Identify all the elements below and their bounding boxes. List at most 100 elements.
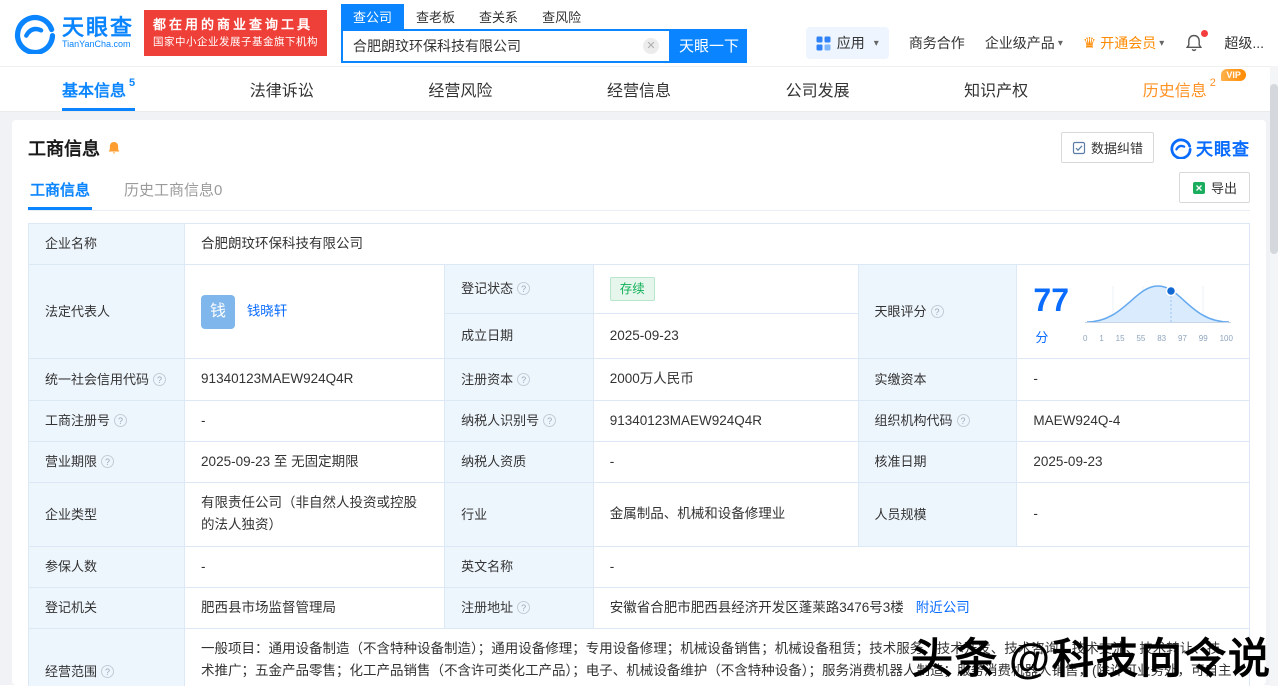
score-chart-group: 0 1 15 55 83 97 99 100: [1083, 278, 1233, 345]
reg-address-label: 注册地址?: [444, 586, 594, 630]
info-icon[interactable]: ?: [517, 282, 531, 296]
nav-open-vip[interactable]: ♛ 开通会员 ▾: [1083, 33, 1164, 53]
table-row: 营业期限? 2025-09-23 至 无固定期限 纳税人资质 - 核准日期 20…: [27, 440, 1250, 484]
top-right-nav: 应用 ▾ 商务合作 企业级产品 ▾ ♛ 开通会员 ▾ 超级...: [805, 27, 1264, 59]
page-background: 工商信息 数据纠错 天眼查 工商信息 历史工商信息0 导出 企业名称 合肥朗玟环…: [0, 112, 1278, 686]
taxpayer-quality-value: -: [592, 440, 859, 484]
data-correction-button[interactable]: 数据纠错: [1060, 132, 1154, 163]
search-tab-relation[interactable]: 查关系: [467, 4, 530, 29]
info-icon[interactable]: ?: [956, 414, 970, 427]
brand-slogan-badge: 都在用的商业查询工具 国家中小企业发展子基金旗下机构: [144, 10, 328, 56]
search-box: ✕: [341, 28, 672, 63]
scrollbar-track: [1270, 66, 1278, 686]
status-badge: 存续: [609, 276, 655, 302]
approval-date-value: 2025-09-23: [1016, 440, 1250, 484]
tab-history-info[interactable]: 历史信息 2 VIP: [1142, 67, 1246, 111]
scrollbar-thumb[interactable]: [1270, 84, 1278, 254]
info-icon[interactable]: ?: [153, 372, 167, 386]
establish-date-value: 2025-09-23: [592, 312, 859, 360]
nearby-companies-link[interactable]: 附近公司: [916, 600, 970, 615]
search-input[interactable]: [353, 37, 644, 54]
table-row: 工商注册号? - 纳税人识别号? 91340123MAEW924Q4R 组织机构…: [27, 399, 1250, 442]
credit-code-label: 统一社会信用代码?: [27, 358, 186, 401]
search-tab-boss[interactable]: 查老板: [404, 4, 467, 29]
company-type-value: 有限责任公司（非自然人投资或控股的法人独资）: [184, 482, 446, 547]
tab-company-development[interactable]: 公司发展: [786, 67, 850, 111]
subtabs-row: 工商信息 历史工商信息0 导出: [28, 171, 1250, 211]
reg-number-value: -: [184, 399, 446, 442]
info-icon[interactable]: ?: [114, 414, 128, 427]
info-icon[interactable]: ?: [101, 455, 115, 469]
english-name-value: -: [592, 545, 1251, 588]
table-row: 法定代表人 钱 钱晓轩 登记状态? 存续 天眼评分? 77分 0 1 15 55…: [27, 264, 1250, 360]
english-name-label: 英文名称: [444, 545, 594, 588]
clear-search-icon[interactable]: ✕: [643, 37, 660, 54]
industry-label: 行业: [444, 482, 594, 547]
data-correction-icon: [1072, 141, 1086, 154]
subtab-history-business-info[interactable]: 历史工商信息0: [122, 171, 224, 210]
staff-size-label: 人员规模: [857, 482, 1018, 547]
staff-size-value: -: [1016, 482, 1250, 547]
reg-number-label: 工商注册号?: [27, 399, 186, 442]
search-tab-company[interactable]: 查公司: [341, 3, 405, 29]
info-icon[interactable]: ?: [101, 664, 115, 678]
paid-capital-label: 实缴资本: [857, 358, 1018, 401]
table-row: 企业名称 合肥朗玟环保科技有限公司: [27, 222, 1250, 266]
tab-label: 法律诉讼: [249, 83, 314, 100]
tab-operation-info[interactable]: 经营信息: [607, 67, 671, 111]
approval-date-label: 核准日期: [857, 440, 1018, 484]
establish-date-label: 成立日期: [444, 312, 594, 360]
section-title: 工商信息: [28, 138, 100, 159]
table-row: 企业类型 有限责任公司（非自然人投资或控股的法人独资） 行业 金属制品、机械和设…: [27, 482, 1250, 547]
search-tab-risk[interactable]: 查风险: [530, 4, 593, 29]
nav-enterprise-products[interactable]: 企业级产品 ▾: [985, 33, 1063, 53]
reg-authority-value: 肥西县市场监督管理局: [184, 586, 446, 630]
table-row: 登记机关 肥西县市场监督管理局 注册地址? 安徽省合肥市肥西县经济开发区蓬莱路3…: [27, 586, 1251, 630]
search-area: 查公司 查老板 查关系 查风险 ✕ 天眼一下: [341, 3, 748, 63]
tianyancha-logo[interactable]: 天眼查 TianYanCha.com: [14, 12, 134, 54]
export-button[interactable]: 导出: [1178, 172, 1250, 203]
nav-cooperation[interactable]: 商务合作: [909, 33, 965, 53]
chevron-down-icon: ▾: [1057, 37, 1063, 49]
top-bar: 天眼查 TianYanCha.com 都在用的商业查询工具 国家中小企业发展子基…: [0, 0, 1278, 66]
reg-status-label: 登记状态?: [444, 264, 594, 314]
search-button[interactable]: 天眼一下: [671, 28, 748, 63]
chevron-down-icon: ▾: [1159, 37, 1165, 49]
score-cell: 77分 0 1 15 55 83 97 99 100: [1016, 264, 1250, 360]
taxpayer-quality-label: 纳税人资质: [444, 440, 594, 484]
info-icon[interactable]: ?: [543, 414, 557, 427]
tab-intellectual-property[interactable]: 知识产权: [964, 67, 1028, 111]
subtab-business-info[interactable]: 工商信息: [28, 171, 92, 210]
reg-capital-label: 注册资本?: [444, 358, 594, 401]
tab-operation-risk[interactable]: 经营风险: [428, 67, 492, 111]
taxpayer-id-label: 纳税人识别号?: [444, 399, 594, 442]
org-code-value: MAEW924Q-4: [1016, 399, 1250, 442]
subscribe-bell-icon[interactable]: [106, 140, 122, 156]
industry-value: 金属制品、机械和设备修理业: [592, 482, 859, 547]
score-axis-ticks: 0 1 15 55 83 97 99 100: [1083, 334, 1233, 344]
nav-super-vip[interactable]: 超级...: [1224, 33, 1264, 53]
tab-legal-litigation[interactable]: 法律诉讼: [250, 67, 314, 111]
slogan-line2: 国家中小企业发展子基金旗下机构: [153, 35, 319, 48]
tab-count: 2: [1209, 77, 1216, 89]
reg-address-value: 安徽省合肥市肥西县经济开发区蓬莱路3476号3楼 附近公司: [592, 586, 1251, 630]
info-icon[interactable]: ?: [930, 305, 944, 319]
legal-rep-avatar[interactable]: 钱: [201, 294, 236, 329]
table-row: 参保人数 - 英文名称 -: [27, 545, 1251, 588]
apps-menu[interactable]: 应用 ▾: [805, 27, 889, 59]
info-icon[interactable]: ?: [517, 601, 531, 615]
business-term-label: 营业期限?: [27, 440, 186, 484]
notification-bell[interactable]: [1184, 30, 1209, 53]
reg-capital-value: 2000万人民币: [592, 358, 859, 401]
logo-domain: TianYanCha.com: [62, 39, 131, 50]
score-distribution-chart: [1085, 285, 1231, 324]
reg-authority-label: 登记机关: [27, 586, 186, 630]
card-watermark-logo: 天眼查: [1170, 135, 1250, 160]
info-icon[interactable]: ?: [517, 372, 531, 386]
legal-rep-cell: 钱 钱晓轩: [184, 264, 446, 360]
tianyancha-logo-icon: [1170, 138, 1192, 159]
tab-basic-info[interactable]: 基本信息 5: [62, 67, 135, 111]
legal-rep-link[interactable]: 钱晓轩: [247, 303, 288, 318]
tab-label: 经营风险: [428, 83, 493, 100]
tab-label: 历史信息: [1142, 83, 1207, 100]
